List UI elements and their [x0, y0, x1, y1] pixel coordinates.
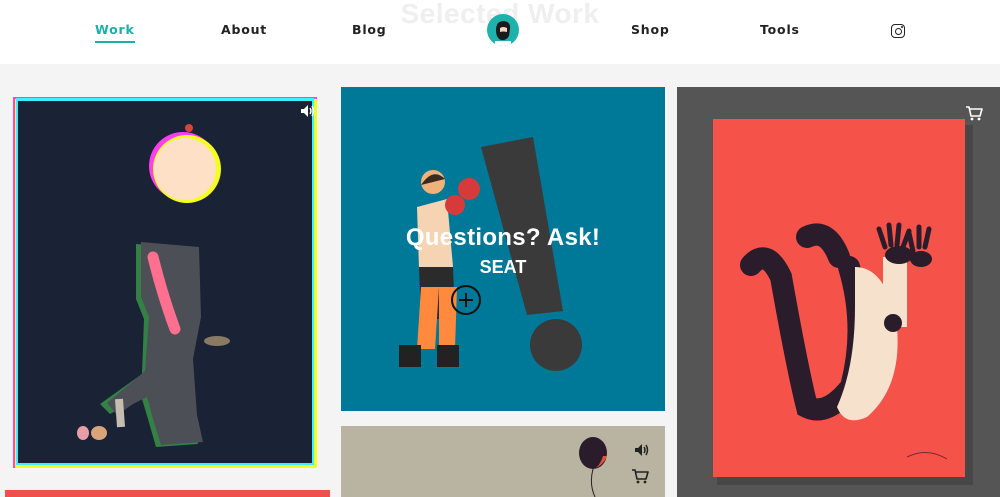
poster-illustration: [713, 119, 973, 485]
shopping-cart-icon[interactable]: [965, 105, 983, 121]
avatar-logo-icon[interactable]: [487, 14, 519, 46]
avatar-face-icon: [495, 21, 511, 46]
featured-subtitle: SEAT: [479, 257, 527, 277]
instagram-icon[interactable]: [891, 24, 905, 38]
nav-active-underline: [95, 41, 135, 43]
work-tile-poster[interactable]: [677, 87, 1000, 497]
work-tile-walker[interactable]: [13, 97, 317, 468]
nav-about[interactable]: About: [221, 22, 267, 37]
nav-tools[interactable]: Tools: [760, 22, 800, 37]
shopping-cart-icon-small[interactable]: [631, 468, 649, 484]
speaker-icon[interactable]: [299, 103, 315, 119]
nav-blog[interactable]: Blog: [352, 22, 387, 37]
speaker-icon-small[interactable]: [633, 442, 649, 458]
featured-title: Questions? Ask!: [405, 224, 601, 251]
walker-illustration: [13, 97, 317, 468]
work-tile-balloon[interactable]: [341, 426, 665, 497]
site-header: Selected Work Work About Blog Shop Tools: [0, 0, 1000, 64]
nav-work[interactable]: Work: [95, 22, 135, 43]
nav-shop[interactable]: Shop: [631, 22, 670, 37]
balloon-illustration: [579, 437, 607, 497]
work-tile-next[interactable]: [5, 490, 330, 497]
plus-circle-icon[interactable]: [451, 285, 481, 315]
nav-work-label: Work: [95, 22, 135, 37]
